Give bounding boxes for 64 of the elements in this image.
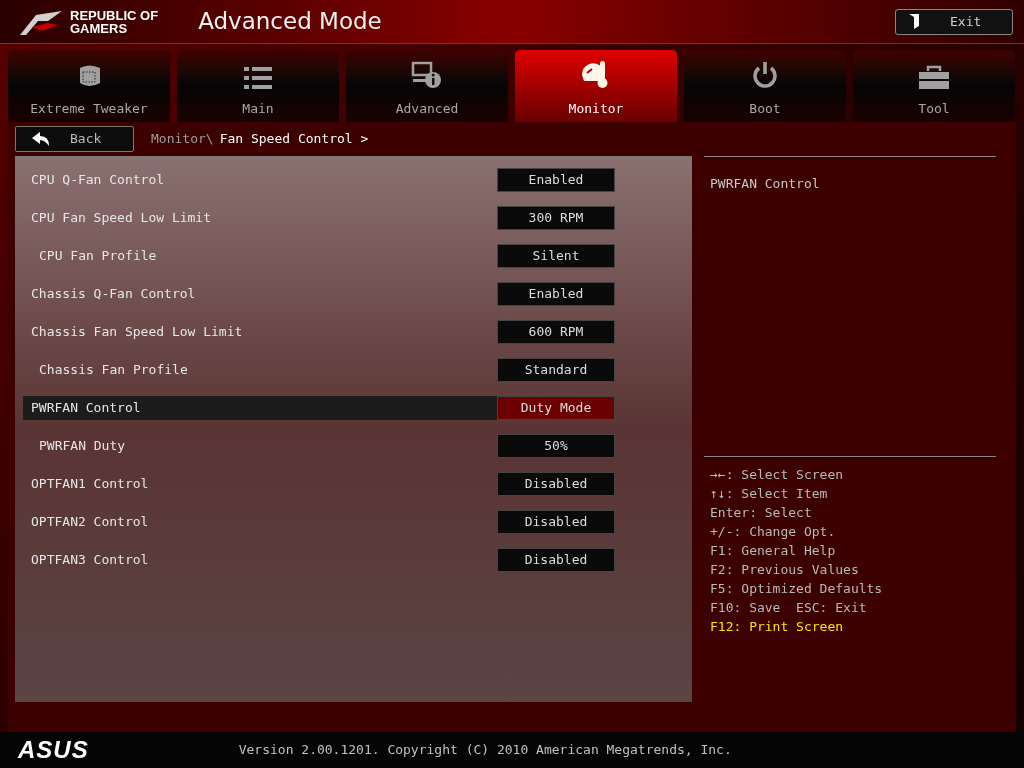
back-button[interactable]: Back [15,126,134,152]
setting-label: PWRFAN Control [30,399,142,418]
setting-value[interactable]: 300 RPM [497,206,615,230]
setting-value[interactable]: 600 RPM [497,320,615,344]
key-help-line: F12: Print Screen [710,618,845,636]
setting-label: Chassis Q-Fan Control [30,285,197,304]
setting-value[interactable]: 50% [497,434,615,458]
key-help-line: F1: General Help [710,542,837,560]
help-description: PWRFAN Control [710,176,820,191]
setting-value[interactable]: Duty Mode [497,396,615,420]
nav-tab[interactable]: Extreme Tweaker [8,50,170,122]
setting-label: CPU Fan Profile [38,247,158,266]
setting-label: OPTFAN2 Control [30,513,150,532]
power-icon [751,60,779,89]
page-title: Advanced Mode [198,7,382,37]
setting-row[interactable]: PWRFAN Duty 50% [23,434,615,458]
setting-value[interactable]: Enabled [497,282,615,306]
setting-row[interactable]: OPTFAN1 Control Disabled [23,472,615,496]
nav-tab[interactable]: Monitor [515,50,677,122]
setting-row[interactable]: Chassis Fan Speed Low Limit 600 RPM [23,320,615,344]
setting-label: Chassis Fan Profile [38,361,189,380]
setting-value[interactable]: Silent [497,244,615,268]
setting-value[interactable]: Enabled [497,168,615,192]
setting-value[interactable]: Disabled [497,510,615,534]
back-arrow-icon [32,131,50,147]
brand-logo: ASUS [18,735,89,765]
logo-text: GAMERS [70,21,129,35]
setting-label: OPTFAN1 Control [30,475,150,494]
key-help-line: F10: Save ESC: Exit [710,599,868,617]
setting-label: OPTFAN3 Control [30,551,150,570]
version-text: Version 2.00.1201. Copyright (C) 2010 American Megatrends, Inc. [238,741,732,760]
setting-row[interactable]: PWRFAN Control Duty Mode [23,396,615,420]
setting-value[interactable]: Disabled [497,472,615,496]
setting-label: CPU Q-Fan Control [30,171,166,190]
key-help-line: F2: Previous Values [710,561,860,579]
key-help-line: +/-: Change Opt. [710,523,837,541]
setting-row[interactable]: CPU Fan Speed Low Limit 300 RPM [23,206,615,230]
setting-value[interactable]: Disabled [497,548,615,572]
setting-row[interactable]: OPTFAN2 Control Disabled [23,510,615,534]
nav-tab[interactable]: Boot [684,50,846,122]
setting-label: CPU Fan Speed Low Limit [30,209,212,228]
monitor-info-icon [411,60,443,89]
key-help-line: Enter: Select [710,504,813,522]
toolbox-icon [919,64,949,89]
nav-tab[interactable]: Tool [853,50,1015,122]
door-icon [908,13,920,30]
setting-label: Chassis Fan Speed Low Limit [30,323,244,342]
breadcrumb-current: Fan Speed Control > [219,130,369,149]
nav-tab[interactable]: Main [177,50,339,122]
setting-value[interactable]: Standard [497,358,615,382]
setting-row[interactable]: Chassis Fan Profile Standard [23,358,615,382]
list-icon [244,66,272,89]
nav-tab[interactable]: Advanced [346,50,508,122]
breadcrumb-parent: Monitor\ [151,130,214,149]
setting-row[interactable]: CPU Fan Profile Silent [23,244,615,268]
key-help-line: ↑↓: Select Item [710,485,829,503]
key-help-line: F5: Optimized Defaults [710,580,884,598]
key-help-line: →←: Select Screen [710,466,845,484]
setting-row[interactable]: Chassis Q-Fan Control Enabled [23,282,615,306]
setting-row[interactable]: OPTFAN3 Control Disabled [23,548,615,572]
setting-row[interactable]: CPU Q-Fan Control Enabled [23,168,615,192]
exit-button[interactable]: Exit [895,8,1013,35]
setting-label: PWRFAN Duty [38,437,127,456]
logo-text: REPUBLIC OF [70,8,159,22]
